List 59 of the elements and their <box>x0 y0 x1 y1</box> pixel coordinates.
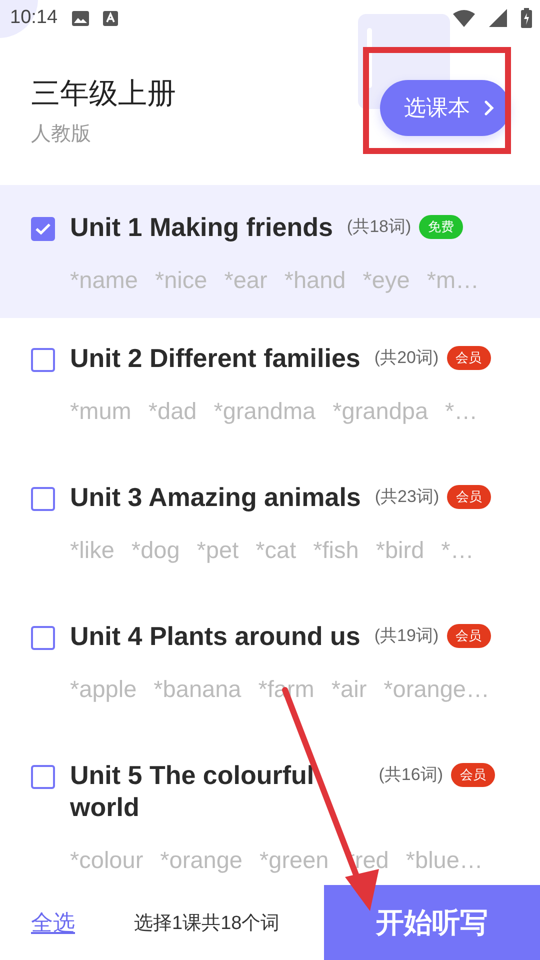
access-badge: 会员 <box>446 346 491 370</box>
vocab-word: *colour <box>70 847 144 874</box>
vocab-word: *mum <box>70 398 132 425</box>
vocab-word: *green <box>259 847 329 874</box>
image-icon <box>72 10 89 26</box>
word-count: (共23词) <box>374 486 440 508</box>
wifi-icon <box>453 10 475 26</box>
word-count: (共19词) <box>374 625 439 647</box>
start-dictation-button[interactable]: 开始听写 <box>324 885 540 960</box>
unit-checkbox[interactable] <box>31 487 55 511</box>
vocab-word: *ear <box>224 267 268 294</box>
unit-title[interactable]: Unit 5 The colourful world <box>70 759 365 823</box>
vocab-word: *dad <box>148 398 197 425</box>
vocab-word: *eye <box>362 267 410 294</box>
vocab-word: *… <box>441 537 474 564</box>
vocab-word: *grandma <box>214 398 316 425</box>
vocab-word: *dog <box>131 537 180 564</box>
vocab-word: *name <box>70 267 138 294</box>
signal-icon <box>489 9 507 27</box>
vocab-word: *orange <box>160 847 242 874</box>
unit-checkbox[interactable] <box>31 765 55 789</box>
status-time: 10:14 <box>10 7 58 29</box>
selection-summary: 选择1课共18个词 <box>134 912 280 936</box>
vocab-word: *fish <box>313 537 359 564</box>
vocab-word: *air <box>331 676 367 703</box>
keyboard-icon <box>102 10 118 26</box>
grade-title: 三年级上册 <box>31 77 176 112</box>
access-badge: 会员 <box>451 763 495 787</box>
unit-title[interactable]: Unit 4 Plants around us <box>70 620 360 652</box>
vocab-word: *orange… <box>384 676 490 703</box>
unit-checkbox[interactable] <box>31 348 55 372</box>
vocab-word: *nice <box>154 267 208 294</box>
vocab-word: *apple <box>70 676 137 703</box>
select-all-link[interactable]: 全选 <box>31 908 75 938</box>
access-badge: 会员 <box>446 624 491 648</box>
edition-label: 人教版 <box>31 122 92 147</box>
unit-title[interactable]: Unit 3 Amazing animals <box>70 481 361 513</box>
access-badge: 免费 <box>419 215 464 239</box>
vocab-word: *bird <box>376 537 424 564</box>
unit-title[interactable]: Unit 2 Different families <box>70 342 360 374</box>
vocab-word: *blue… <box>406 847 483 874</box>
unit-checkbox[interactable] <box>31 217 55 241</box>
unit-checkbox[interactable] <box>31 626 55 650</box>
battery-icon <box>521 8 532 28</box>
vocab-word: *like <box>70 537 114 564</box>
vocab-word: *hand <box>284 267 346 294</box>
checkmark-icon <box>35 223 51 235</box>
unit-title[interactable]: Unit 1 Making friends <box>70 211 333 243</box>
vocab-word: *banana <box>154 676 242 703</box>
word-count: (共16词) <box>378 764 443 786</box>
word-count: (共18词) <box>346 216 412 238</box>
vocab-word: *m… <box>426 267 480 294</box>
access-badge: 会员 <box>447 485 492 509</box>
chevron-right-icon <box>484 100 494 116</box>
vocab-word: *… <box>445 398 478 425</box>
word-count: (共20词) <box>374 347 439 369</box>
vocab-word: *cat <box>256 537 296 564</box>
vocab-word: *grandpa <box>332 398 428 425</box>
vocab-word: *pet <box>196 537 239 564</box>
